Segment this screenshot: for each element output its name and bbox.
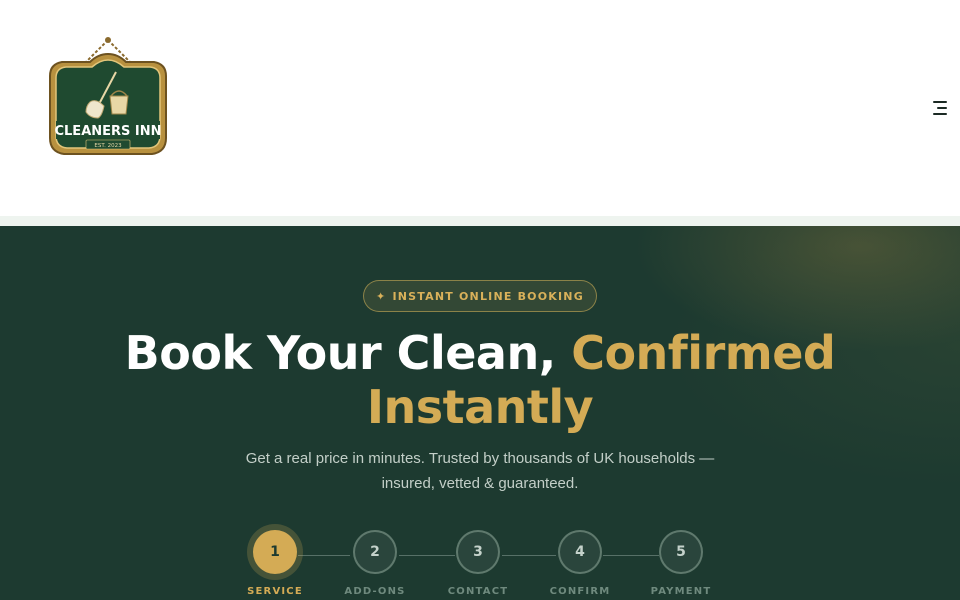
step-payment[interactable]: 5 PAYMENT xyxy=(641,530,721,597)
step-label: CONTACT xyxy=(447,586,509,597)
step-number: 4 xyxy=(558,530,602,574)
instant-booking-badge: ✦ INSTANT ONLINE BOOKING xyxy=(363,280,597,312)
menu-line xyxy=(933,101,947,103)
booking-hero: ✦ INSTANT ONLINE BOOKING Book Your Clean… xyxy=(0,226,960,600)
step-confirm[interactable]: 4 CONFIRM xyxy=(540,530,620,597)
title-part-gold-2: Instantly xyxy=(366,380,594,434)
step-number: 1 xyxy=(253,530,297,574)
booking-stepper: 1 SERVICE 2 ADD-ONS 3 CONTACT 4 CONFIRM … xyxy=(0,530,960,600)
hamburger-menu-icon[interactable] xyxy=(927,99,947,117)
step-label: PAYMENT xyxy=(650,586,712,597)
hero-title: Book Your Clean, Confirmed Instantly xyxy=(0,326,960,434)
step-number: 2 xyxy=(353,530,397,574)
badge-label: INSTANT ONLINE BOOKING xyxy=(392,289,584,303)
step-label: CONFIRM xyxy=(549,586,611,597)
site-header: CLEANERS INN EST. 2023 xyxy=(0,0,960,216)
step-label: SERVICE xyxy=(247,586,303,597)
title-part-white: Book Your Clean, xyxy=(124,326,557,380)
logo-name-text: CLEANERS INN xyxy=(54,124,161,139)
hero-subtitle: Get a real price in minutes. Trusted by … xyxy=(245,450,715,492)
step-add-ons[interactable]: 2 ADD-ONS xyxy=(335,530,415,597)
header-divider xyxy=(0,216,960,226)
step-number: 5 xyxy=(659,530,703,574)
title-part-gold: Confirmed xyxy=(571,326,836,380)
sparkle-icon: ✦ xyxy=(376,289,387,303)
step-number: 3 xyxy=(456,530,500,574)
menu-line xyxy=(933,113,947,115)
step-label: ADD-ONS xyxy=(344,586,406,597)
cleaners-inn-logo[interactable]: CLEANERS INN EST. 2023 xyxy=(40,36,176,164)
logo-sign-graphic: CLEANERS INN EST. 2023 xyxy=(49,37,167,155)
logo-est-text: EST. 2023 xyxy=(94,143,122,149)
step-service[interactable]: 1 SERVICE xyxy=(235,530,315,597)
step-contact[interactable]: 3 CONTACT xyxy=(438,530,518,597)
menu-line xyxy=(937,107,947,109)
